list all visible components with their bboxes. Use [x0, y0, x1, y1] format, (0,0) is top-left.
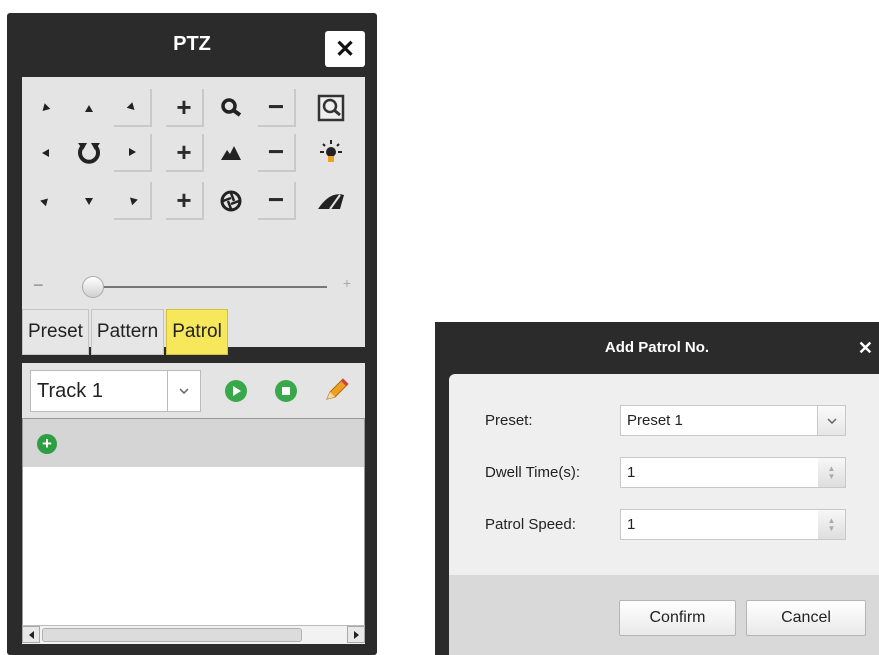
pan-down-left-button[interactable]: [26, 182, 64, 220]
scroll-right-button[interactable]: [347, 626, 365, 643]
patrol-speed-value: 1: [627, 516, 636, 533]
auto-scan-button[interactable]: [70, 134, 108, 172]
iris-icon: [220, 190, 242, 212]
arrow-down-right-icon: [126, 194, 138, 206]
list-header: +: [23, 419, 364, 467]
arrow-right-icon: [353, 630, 359, 639]
pan-up-left-button[interactable]: [26, 89, 64, 127]
start-patrol-button[interactable]: [225, 380, 247, 402]
minus-icon: −: [267, 136, 285, 167]
dwell-time-label: Dwell Time(s):: [485, 464, 581, 481]
patrol-speed-stepper[interactable]: 1 ▲ ▼: [620, 509, 846, 540]
plus-icon: +: [176, 185, 192, 215]
zoom-icon: [221, 98, 242, 117]
dialog-title: Add Patrol No.: [604, 338, 710, 356]
plus-icon: +: [176, 137, 192, 167]
dialog-body: Preset: Preset 1 Dwell Time(s): 1 ▲ ▼ Pat…: [449, 374, 879, 575]
close-icon: ✕: [857, 338, 873, 358]
dwell-time-value: 1: [627, 464, 636, 481]
wiper-icon: [318, 194, 344, 210]
speed-slider-minus: −: [33, 275, 44, 295]
iris-label: [212, 182, 250, 220]
focus-near-button[interactable]: +: [166, 134, 204, 172]
stop-patrol-button[interactable]: [275, 380, 297, 402]
minus-icon: −: [267, 184, 285, 215]
auto-scan-icon: [78, 143, 100, 164]
ptz-title: PTZ: [173, 32, 211, 55]
arrow-down-left-icon: [39, 195, 51, 207]
chevron-down-icon: [817, 406, 845, 435]
start-patrol-icon: [233, 386, 241, 396]
scroll-left-button[interactable]: [22, 626, 40, 643]
add-patrol-dialog: Add Patrol No. ✕ Preset: Preset 1 Dwell …: [435, 322, 879, 655]
zoom-out-button[interactable]: −: [258, 89, 296, 127]
dwell-time-stepper[interactable]: 1 ▲ ▼: [620, 457, 846, 488]
arrow-up-icon: [85, 104, 93, 112]
light-button[interactable]: [312, 134, 350, 172]
arrow-down-icon: [85, 197, 93, 205]
arrow-left-icon: [41, 149, 49, 157]
spinner-icon[interactable]: ▲ ▼: [818, 458, 845, 487]
arrow-up-left-icon: [39, 102, 51, 114]
iris-close-button[interactable]: −: [258, 182, 296, 220]
ptz-panel: PTZ ✕ + − + − + − − + Preset Pattern Pat…: [7, 13, 377, 655]
iris-open-button[interactable]: +: [166, 182, 204, 220]
spinner-icon[interactable]: ▲ ▼: [818, 510, 845, 539]
pan-right-button[interactable]: [114, 134, 152, 172]
preset-select[interactable]: Preset 1: [620, 405, 846, 436]
cancel-button[interactable]: Cancel: [746, 600, 866, 636]
preset-select-value: Preset 1: [627, 412, 683, 429]
dialog-close-button[interactable]: ✕: [858, 338, 873, 359]
ptz-control-pad: + − + − + − − +: [22, 77, 365, 347]
pan-up-right-button[interactable]: [114, 89, 152, 127]
arrow-up-right-icon: [126, 101, 138, 113]
arrow-right-icon: [128, 148, 136, 156]
add-icon[interactable]: +: [37, 434, 57, 454]
track-select[interactable]: Track 1: [30, 370, 201, 412]
focus-label: [212, 134, 250, 172]
close-icon: ✕: [334, 35, 356, 63]
pan-left-button[interactable]: [26, 134, 64, 172]
minus-icon: −: [267, 91, 285, 122]
ptz-close-button[interactable]: ✕: [325, 31, 365, 67]
speed-slider-track[interactable]: [82, 286, 327, 288]
scroll-thumb[interactable]: [42, 628, 302, 642]
patrol-preset-list: +: [22, 418, 365, 641]
speed-slider-handle[interactable]: [82, 276, 104, 298]
focus-icon: [221, 146, 241, 160]
confirm-button[interactable]: Confirm: [619, 600, 736, 636]
wiper-button[interactable]: [312, 182, 350, 220]
focus-far-button[interactable]: −: [258, 134, 296, 172]
tilt-down-button[interactable]: [70, 182, 108, 220]
light-icon: [320, 140, 342, 162]
edit-icon: [326, 378, 349, 400]
3d-zoom-button[interactable]: [312, 89, 350, 127]
ptz-tabs: Preset Pattern Patrol: [22, 309, 230, 355]
track-toolbar: Track 1: [22, 363, 365, 418]
arrow-left-icon: [28, 630, 34, 639]
plus-icon: +: [176, 92, 192, 122]
patrol-speed-label: Patrol Speed:: [485, 516, 576, 533]
track-select-value: Track 1: [37, 379, 103, 402]
pan-down-right-button[interactable]: [114, 182, 152, 220]
tilt-up-button[interactable]: [70, 89, 108, 127]
edit-patrol-button[interactable]: [321, 375, 351, 405]
tab-pattern[interactable]: Pattern: [90, 309, 165, 355]
zoom-label: [212, 89, 250, 127]
tab-preset[interactable]: Preset: [22, 309, 89, 355]
zoom-in-button[interactable]: +: [166, 89, 204, 127]
horizontal-scrollbar[interactable]: [22, 625, 365, 644]
speed-slider-plus: +: [342, 275, 351, 291]
stop-patrol-icon: [282, 387, 290, 395]
dialog-footer: Confirm Cancel: [449, 575, 879, 655]
3d-zoom-icon: [317, 94, 345, 122]
chevron-down-icon: [167, 371, 200, 411]
tab-patrol[interactable]: Patrol: [166, 309, 228, 355]
preset-label: Preset:: [485, 412, 533, 429]
